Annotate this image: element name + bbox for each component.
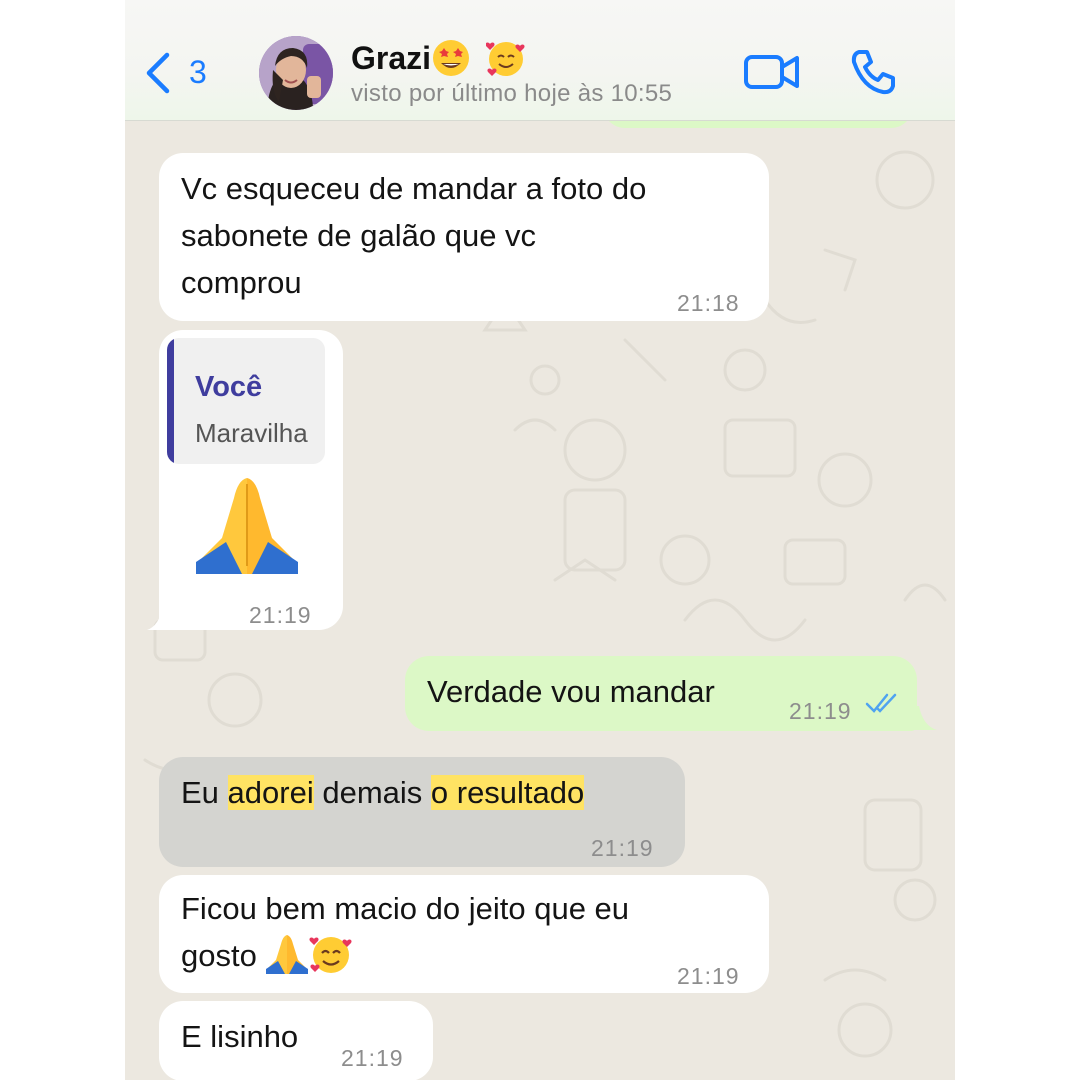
message-text: Verdade vou mandar xyxy=(427,674,715,709)
message-text-line: Ficou bem macio do jeito que eu xyxy=(181,891,630,926)
outgoing-message-bubble[interactable]: Verdade vou mandar 21:19 xyxy=(405,656,917,731)
chevron-left-icon xyxy=(146,52,170,94)
double-check-read-icon xyxy=(865,693,897,713)
video-call-button[interactable] xyxy=(743,52,801,92)
last-seen-status: visto por último hoje às 10:55 xyxy=(351,80,673,107)
quoted-message[interactable]: Você Maravilha xyxy=(167,338,325,464)
contact-name[interactable]: Grazi xyxy=(351,39,526,81)
quote-bar xyxy=(167,338,174,464)
folded-hands-emoji xyxy=(266,934,309,974)
message-bubble[interactable]: E lisinho 21:19 xyxy=(159,1001,433,1080)
message-text: E lisinho xyxy=(181,1019,299,1054)
quote-author: Você xyxy=(195,371,263,403)
message-time: 21:19 xyxy=(677,963,740,989)
message-bubble[interactable]: Ficou bem macio do jeito que eu gosto 21… xyxy=(159,875,769,993)
message-text-line: gosto xyxy=(181,932,629,980)
message-time: 21:19 xyxy=(789,698,852,724)
chat-header: 3 Grazi visto por último hoje às 10:55 xyxy=(125,0,955,121)
bubble-tail xyxy=(911,706,937,730)
unread-count: 3 xyxy=(189,54,207,90)
contact-avatar[interactable] xyxy=(259,36,333,110)
back-button[interactable]: 3 xyxy=(143,50,207,96)
bubble-tail xyxy=(147,606,175,630)
smiling-face-with-hearts-emoji xyxy=(485,41,525,76)
folded-hands-emoji xyxy=(196,478,298,574)
smiling-face-with-hearts-emoji xyxy=(309,936,353,973)
message-bubble[interactable]: Vc esqueceu de mandar a foto do sabonete… xyxy=(159,153,769,321)
search-highlight: adorei xyxy=(227,775,314,810)
chat-screen: 3 Grazi visto por último hoje às 10:55 V… xyxy=(125,0,955,1080)
phone-icon xyxy=(851,50,895,95)
selected-message-bubble[interactable]: Eu adorei demais o resultado 21:19 xyxy=(159,757,685,867)
message-time: 21:19 xyxy=(341,1045,404,1071)
video-camera-icon xyxy=(744,55,799,89)
star-struck-emoji xyxy=(433,39,470,76)
message-time: 21:19 xyxy=(591,835,654,861)
message-time: 21:18 xyxy=(677,290,740,316)
quote-text: Maravilha xyxy=(195,418,308,448)
message-text: Eu adorei demais o resultado xyxy=(181,775,585,810)
message-time: 21:19 xyxy=(249,602,312,628)
message-text-line: Vc esqueceu de mandar a foto do xyxy=(181,171,647,206)
message-text-line: comprou xyxy=(181,265,302,300)
message-text-line: sabonete de galão que vc xyxy=(181,218,537,253)
reply-message-bubble[interactable]: Você Maravilha 21:19 xyxy=(159,330,343,630)
voice-call-button[interactable] xyxy=(849,48,897,96)
search-highlight: o resultado xyxy=(430,775,585,810)
